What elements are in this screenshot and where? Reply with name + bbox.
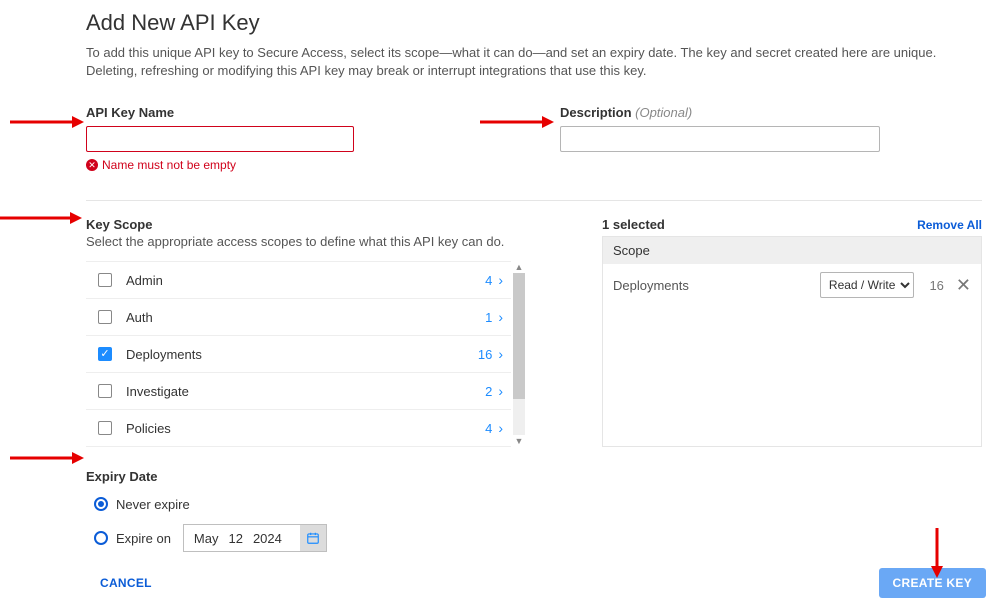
scroll-down-icon[interactable]: ▼ <box>515 435 524 447</box>
scope-item-count: 4 <box>485 273 492 288</box>
selected-row-count: 16 <box>926 278 944 293</box>
selected-row-name: Deployments <box>613 278 808 293</box>
chevron-right-icon[interactable]: › <box>498 420 503 436</box>
scope-item-policies[interactable]: Policies 4 › <box>86 410 511 447</box>
date-day: 12 <box>228 531 242 546</box>
close-icon[interactable]: ✕ <box>956 276 971 294</box>
description-input[interactable] <box>560 126 880 152</box>
chevron-right-icon[interactable]: › <box>498 309 503 325</box>
error-text: Name must not be empty <box>102 158 236 172</box>
expiry-label: Expiry Date <box>86 469 982 484</box>
scrollbar[interactable]: ▲ ▼ <box>513 261 525 447</box>
scope-item-admin[interactable]: Admin 4 › <box>86 262 511 299</box>
expiry-never-label: Never expire <box>116 497 190 512</box>
calendar-icon[interactable] <box>300 525 326 551</box>
scope-item-count: 1 <box>485 310 492 325</box>
scroll-up-icon[interactable]: ▲ <box>515 261 524 273</box>
date-year: 2024 <box>253 531 282 546</box>
selected-row: Deployments Read / Write 16 ✕ <box>603 264 981 306</box>
page-title: Add New API Key <box>86 10 982 36</box>
permission-select[interactable]: Read / Write <box>820 272 914 298</box>
selected-panel: Scope Deployments Read / Write 16 ✕ <box>602 236 982 447</box>
radio-icon[interactable] <box>94 497 108 511</box>
description-label-text: Description <box>560 105 632 120</box>
create-key-button[interactable]: CREATE KEY <box>879 568 986 598</box>
checkbox-icon[interactable]: ✓ <box>98 347 112 361</box>
error-icon: ✕ <box>86 159 98 171</box>
scope-item-auth[interactable]: Auth 1 › <box>86 299 511 336</box>
scope-item-count: 4 <box>485 421 492 436</box>
remove-all-link[interactable]: Remove All <box>917 218 982 232</box>
checkbox-icon[interactable] <box>98 273 112 287</box>
checkbox-icon[interactable] <box>98 384 112 398</box>
scope-item-label: Auth <box>126 310 485 325</box>
scope-item-deployments[interactable]: ✓ Deployments 16 › <box>86 336 511 373</box>
scope-item-label: Admin <box>126 273 485 288</box>
expiry-date-input[interactable]: May 12 2024 <box>183 524 327 552</box>
scope-item-investigate[interactable]: Investigate 2 › <box>86 373 511 410</box>
cancel-button[interactable]: CANCEL <box>100 576 152 590</box>
expiry-on-row[interactable]: Expire on May 12 2024 <box>94 524 982 552</box>
description-label: Description (Optional) <box>560 105 982 120</box>
radio-icon[interactable] <box>94 531 108 545</box>
api-key-name-error: ✕ Name must not be empty <box>86 158 556 172</box>
expiry-on-label: Expire on <box>116 531 171 546</box>
description-optional: (Optional) <box>635 105 692 120</box>
scope-item-count: 16 <box>478 347 492 362</box>
date-month: May <box>194 531 219 546</box>
scope-list: Admin 4 › Auth 1 › ✓ Deployments 16 <box>86 261 511 447</box>
divider <box>86 200 982 201</box>
key-scope-sub: Select the appropriate access scopes to … <box>86 234 556 249</box>
scope-item-label: Deployments <box>126 347 478 362</box>
chevron-right-icon[interactable]: › <box>498 346 503 362</box>
page-description: To add this unique API key to Secure Acc… <box>86 44 982 79</box>
api-key-name-label: API Key Name <box>86 105 556 120</box>
chevron-right-icon[interactable]: › <box>498 272 503 288</box>
api-key-name-input[interactable] <box>86 126 354 152</box>
checkbox-icon[interactable] <box>98 421 112 435</box>
selected-count: 1 selected <box>602 217 665 232</box>
expiry-never-row[interactable]: Never expire <box>94 490 982 518</box>
chevron-right-icon[interactable]: › <box>498 383 503 399</box>
selected-header: Scope <box>603 237 981 264</box>
scope-item-count: 2 <box>485 384 492 399</box>
scope-item-label: Investigate <box>126 384 485 399</box>
checkbox-icon[interactable] <box>98 310 112 324</box>
key-scope-label: Key Scope <box>86 217 556 232</box>
scope-item-label: Policies <box>126 421 485 436</box>
